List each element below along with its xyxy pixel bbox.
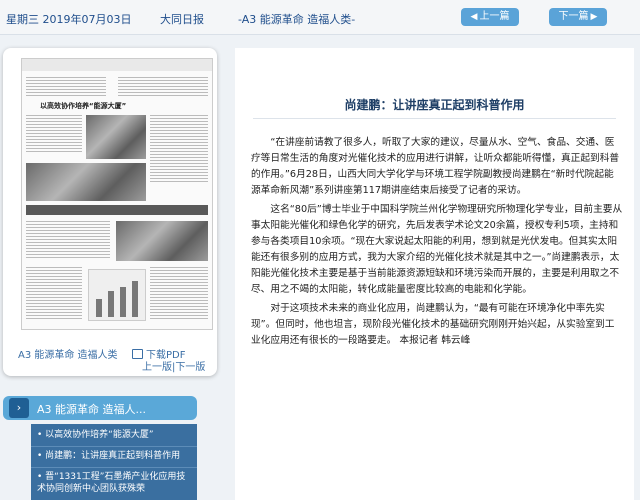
next-page-link[interactable]: 下一版 [175, 362, 205, 373]
thumb-chart-bar [96, 299, 102, 317]
list-divider [31, 467, 197, 468]
prev-article-button[interactable]: ◀ 上一篇 [461, 8, 519, 26]
prev-article-label: 上一篇 [479, 11, 510, 22]
thumb-text-block [26, 219, 110, 259]
article-list-item[interactable]: 尚建鹏：让讲座真正起到科普作用 [37, 450, 193, 462]
title-divider [253, 118, 616, 119]
thumb-photo [26, 163, 146, 201]
article-body: “在讲座前请教了很多人，听取了大家的建议，尽量从水、空气、食品、交通、医疗等日常… [251, 135, 623, 349]
thumb-text-block [118, 75, 208, 97]
page-pager: 上一版|下一版 [142, 358, 205, 373]
next-article-button[interactable]: 下一篇 ▶ [549, 8, 607, 26]
next-article-label: 下一篇 [558, 11, 589, 22]
section-title: A3 能源革命 造福人... [37, 403, 147, 416]
thumb-text-block [26, 113, 82, 153]
thumb-chart-bar [108, 291, 114, 317]
section-header[interactable]: › A3 能源革命 造福人... [3, 396, 197, 420]
page-caption[interactable]: A3 能源革命 造福人类 [18, 346, 118, 361]
paper-name: 大同日报 [160, 13, 204, 26]
article-paragraph: “在讲座前请教了很多人，听取了大家的建议，尽量从水、空气、食品、交通、医疗等日常… [251, 137, 620, 196]
thumb-chart-bar [132, 281, 138, 317]
page-thumbnail[interactable]: 以高效协作培养“能源大厦” [21, 58, 213, 330]
article-list-item[interactable]: 以高效协作培养“能源大厦” [37, 429, 193, 441]
thumb-photo [116, 221, 208, 261]
thumb-photo [86, 115, 146, 159]
thumb-banner [26, 205, 208, 215]
thumb-headline: 以高效协作培养“能源大厦” [40, 102, 127, 110]
thumb-text-block [150, 113, 208, 183]
article-title: 尚建鹏：让讲座真正起到科普作用 [344, 98, 525, 112]
thumb-text-block [26, 265, 82, 321]
thumb-text-block [150, 265, 208, 321]
thumb-chart-bar [120, 287, 126, 317]
issue-date: 星期三 2019年07月03日 [6, 13, 132, 26]
list-divider [31, 446, 197, 447]
article-paragraph: 对于这项技术未来的商业化应用，尚建鹏认为，“最有可能在环境净化中率先实现”。但同… [251, 303, 615, 346]
chevron-right-icon: ▶ [590, 12, 598, 22]
page-label: -A3 能源革命 造福人类- [238, 13, 356, 26]
article-list-item[interactable]: 晋“1331工程”石墨烯产业化应用技术协同创新中心团队获殊荣 [37, 471, 193, 495]
thumb-masthead [22, 59, 212, 71]
chevron-right-icon: › [9, 398, 29, 418]
article-panel: 尚建鹏：让讲座真正起到科普作用 “在讲座前请教了很多人，听取了大家的建议，尽量从… [235, 48, 634, 500]
thumb-text-block [26, 75, 106, 97]
prev-page-link[interactable]: 上一版 [142, 362, 172, 373]
top-bar: 星期三 2019年07月03日 大同日报 -A3 能源革命 造福人类- ◀ 上一篇… [0, 0, 640, 35]
section-article-list: 以高效协作培养“能源大厦” 尚建鹏：让讲座真正起到科普作用 晋“1331工程”石… [31, 424, 197, 500]
article-paragraph: 这名“80后”博士毕业于中国科学院兰州化学物理研究所物理化学专业，目前主要从事太… [251, 204, 623, 295]
chevron-left-icon: ◀ [470, 12, 478, 22]
